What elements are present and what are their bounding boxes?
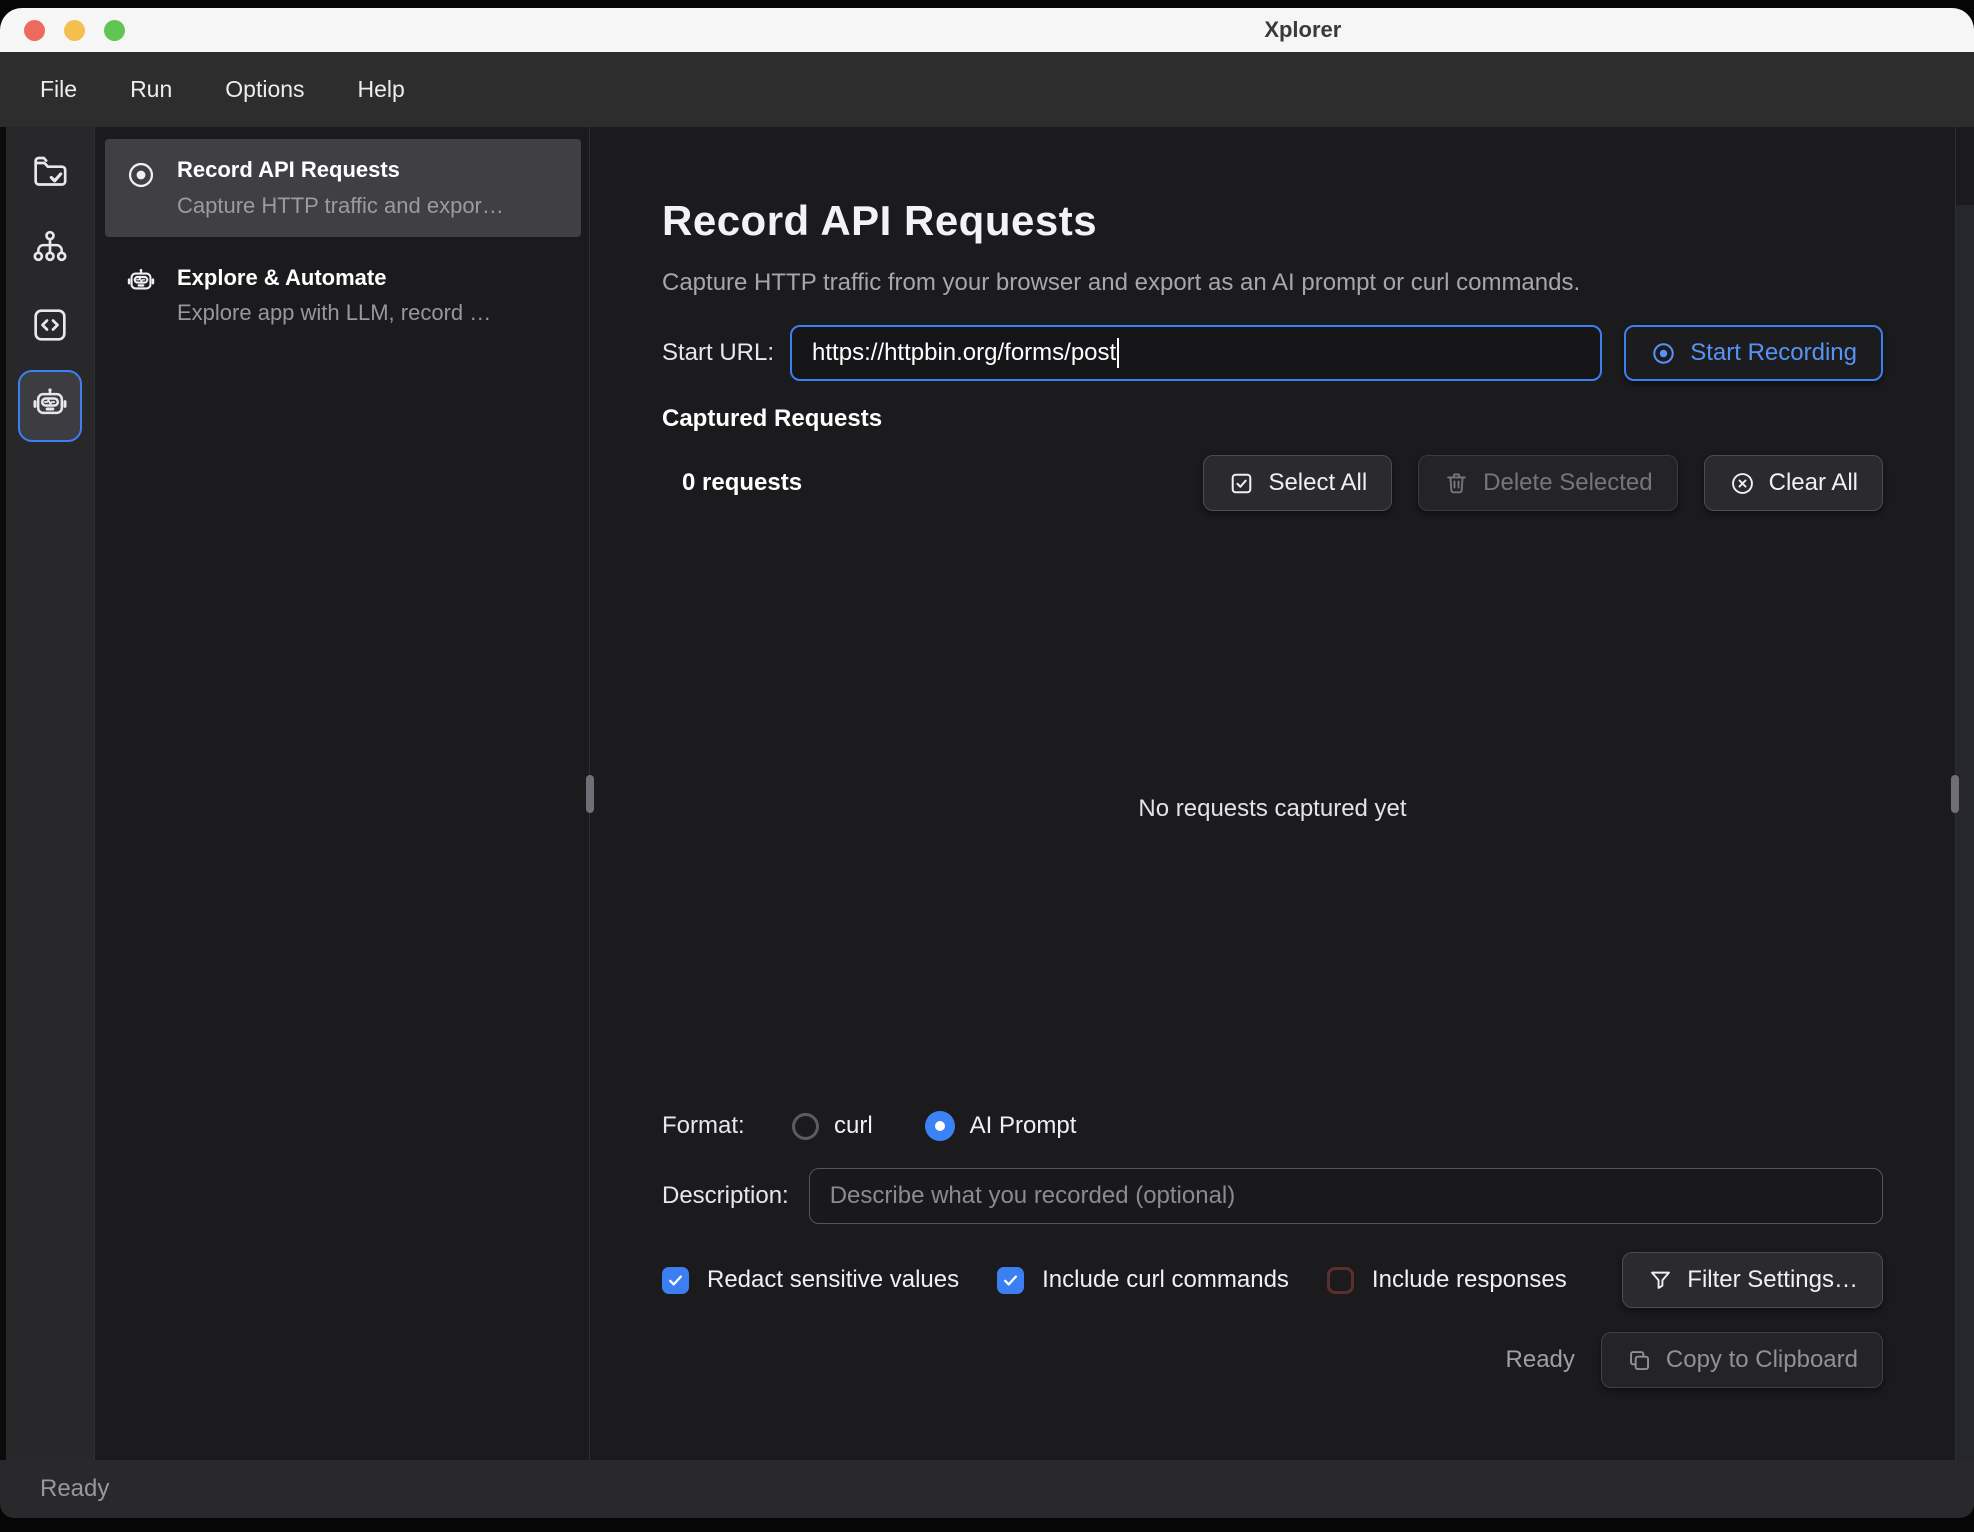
checkbox-checked-icon — [662, 1267, 689, 1294]
start-recording-button[interactable]: Start Recording — [1624, 325, 1883, 381]
select-all-label: Select All — [1268, 469, 1367, 497]
checkbox-checked-icon — [997, 1267, 1024, 1294]
menubar: File Run Options Help — [0, 52, 1974, 127]
format-curl-label: curl — [834, 1112, 873, 1140]
format-ai-prompt-label: AI Prompt — [970, 1112, 1077, 1140]
sidebar: Record API Requests Capture HTTP traffic… — [95, 127, 590, 1460]
activity-projects-button[interactable] — [18, 139, 82, 203]
window-title: Xplorer — [1264, 17, 1341, 43]
menu-help[interactable]: Help — [358, 76, 405, 103]
sidebar-item-record-api-requests[interactable]: Record API Requests Capture HTTP traffic… — [105, 139, 581, 237]
activity-automation-button[interactable] — [18, 370, 82, 442]
select-all-button[interactable]: Select All — [1203, 455, 1392, 511]
format-option-ai-prompt[interactable]: AI Prompt — [925, 1111, 1077, 1141]
record-icon — [1650, 340, 1677, 367]
record-icon — [125, 159, 157, 219]
filter-settings-button[interactable]: Filter Settings… — [1622, 1252, 1883, 1308]
format-label: Format: — [662, 1112, 792, 1140]
robot-icon — [125, 267, 157, 327]
copy-to-clipboard-button[interactable]: Copy to Clipboard — [1601, 1332, 1883, 1388]
request-count: 0 requests — [662, 469, 802, 497]
include-responses-checkbox[interactable]: Include responses — [1327, 1266, 1567, 1294]
delete-selected-label: Delete Selected — [1483, 469, 1652, 497]
trash-icon — [1443, 470, 1470, 497]
folder-check-icon — [30, 151, 70, 191]
sidebar-item-explore-automate[interactable]: Explore & Automate Explore app with LLM,… — [105, 247, 581, 345]
sidebar-item-title: Record API Requests — [177, 155, 504, 185]
delete-selected-button[interactable]: Delete Selected — [1418, 455, 1677, 511]
sidebar-item-subtitle: Explore app with LLM, record … — [177, 300, 491, 326]
start-url-input[interactable]: https://httpbin.org/forms/post — [790, 325, 1602, 381]
copy-icon — [1626, 1347, 1653, 1374]
export-footer-row: Ready Copy to Clipboard — [662, 1332, 1883, 1388]
page-title: Record API Requests — [662, 197, 1883, 245]
window-body: Record API Requests Capture HTTP traffic… — [0, 127, 1974, 1460]
captured-actions: Select All Delete Selected — [1203, 455, 1883, 511]
statusbar-text: Ready — [40, 1475, 109, 1503]
window-controls — [24, 8, 125, 52]
description-input[interactable] — [809, 1168, 1883, 1224]
code-icon — [30, 305, 70, 345]
right-rail-top-block — [1956, 127, 1974, 205]
redact-sensitive-label: Redact sensitive values — [707, 1266, 959, 1294]
activity-code-button[interactable] — [18, 293, 82, 357]
start-url-value: https://httpbin.org/forms/post — [812, 339, 1116, 367]
start-url-label: Start URL: — [662, 339, 774, 367]
circle-x-icon — [1729, 470, 1756, 497]
close-window-button[interactable] — [24, 20, 45, 41]
menu-options[interactable]: Options — [225, 76, 304, 103]
export-status: Ready — [1506, 1346, 1575, 1374]
format-row: Format: curl AI Prompt — [662, 1106, 1883, 1146]
include-curl-checkbox[interactable]: Include curl commands — [997, 1266, 1289, 1294]
checkbox-check-icon — [1228, 470, 1255, 497]
minimize-window-button[interactable] — [64, 20, 85, 41]
filter-settings-label: Filter Settings… — [1687, 1266, 1858, 1294]
filter-funnel-icon — [1647, 1267, 1674, 1294]
captured-requests-toolbar: 0 requests Select All — [662, 455, 1883, 511]
sidebar-item-texts: Record API Requests Capture HTTP traffic… — [177, 155, 504, 219]
format-option-curl[interactable]: curl — [792, 1112, 873, 1140]
activity-sitemap-button[interactable] — [18, 216, 82, 280]
clear-all-button[interactable]: Clear All — [1704, 455, 1883, 511]
copy-to-clipboard-label: Copy to Clipboard — [1666, 1346, 1858, 1374]
include-curl-label: Include curl commands — [1042, 1266, 1289, 1294]
captured-requests-heading: Captured Requests — [662, 405, 1883, 433]
zoom-window-button[interactable] — [104, 20, 125, 41]
clear-all-label: Clear All — [1769, 469, 1858, 497]
menu-file[interactable]: File — [40, 76, 77, 103]
radio-checked-icon — [925, 1111, 955, 1141]
app-window: Xplorer File Run Options Help — [0, 8, 1974, 1518]
checkbox-unchecked-icon — [1327, 1267, 1354, 1294]
main-panel: Record API Requests Capture HTTP traffic… — [590, 127, 1955, 1460]
captured-requests-list: No requests captured yet — [662, 511, 1883, 1106]
titlebar: Xplorer — [0, 8, 1974, 52]
page-subtitle: Capture HTTP traffic from your browser a… — [662, 269, 1883, 297]
activity-bar — [6, 127, 95, 1460]
sidebar-splitter-handle[interactable] — [586, 775, 594, 813]
robot-icon — [30, 386, 70, 426]
description-row: Description: — [662, 1168, 1883, 1224]
description-label: Description: — [662, 1182, 789, 1210]
menu-run[interactable]: Run — [130, 76, 172, 103]
sitemap-icon — [30, 228, 70, 268]
right-splitter-handle[interactable] — [1951, 775, 1959, 813]
redact-sensitive-checkbox[interactable]: Redact sensitive values — [662, 1266, 959, 1294]
empty-state-message: No requests captured yet — [1138, 795, 1406, 823]
sidebar-item-texts: Explore & Automate Explore app with LLM,… — [177, 263, 491, 327]
desktop-background: Xplorer File Run Options Help — [0, 0, 1974, 1532]
statusbar: Ready — [0, 1460, 1974, 1518]
sidebar-item-subtitle: Capture HTTP traffic and expor… — [177, 193, 504, 219]
text-caret — [1117, 338, 1119, 368]
start-recording-label: Start Recording — [1690, 339, 1857, 367]
include-responses-label: Include responses — [1372, 1266, 1567, 1294]
start-url-row: Start URL: https://httpbin.org/forms/pos… — [662, 325, 1883, 381]
radio-unchecked-icon — [792, 1113, 819, 1140]
export-options-row: Redact sensitive values Include curl com… — [662, 1252, 1883, 1308]
sidebar-item-title: Explore & Automate — [177, 263, 491, 293]
